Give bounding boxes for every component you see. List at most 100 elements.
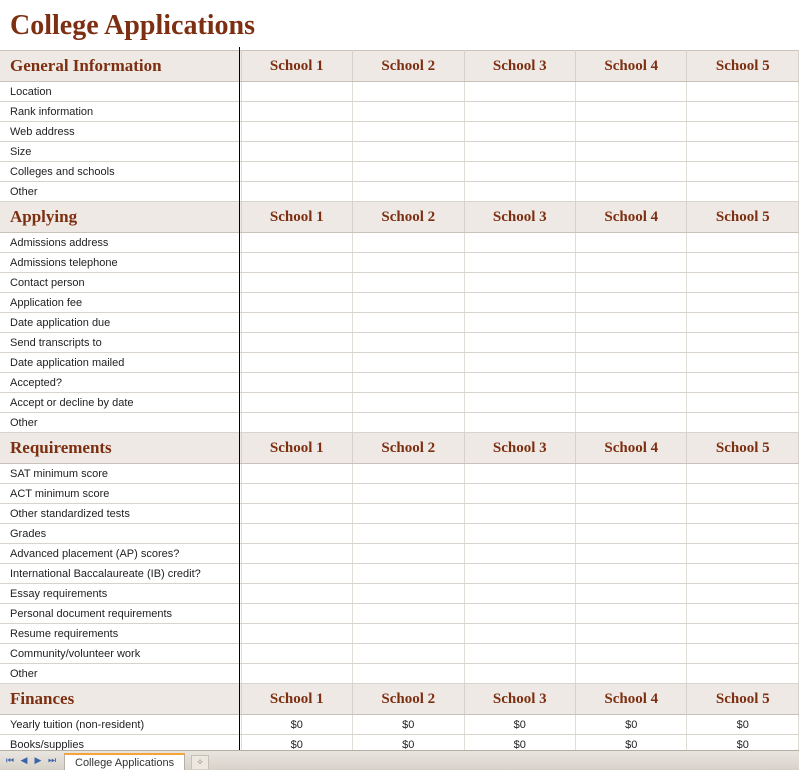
data-cell[interactable] [241, 464, 352, 484]
tab-nav-prev-icon[interactable]: ◀ [18, 754, 30, 768]
data-cell[interactable] [241, 313, 352, 333]
data-cell[interactable] [687, 604, 799, 624]
data-cell[interactable] [576, 233, 687, 253]
data-cell[interactable] [576, 504, 687, 524]
data-cell[interactable] [687, 102, 799, 122]
data-cell[interactable] [687, 293, 799, 313]
data-cell[interactable]: $0 [241, 715, 352, 735]
data-cell[interactable] [241, 393, 352, 413]
data-cell[interactable] [353, 233, 464, 253]
data-cell[interactable] [576, 142, 687, 162]
data-cell[interactable] [241, 584, 352, 604]
data-cell[interactable] [576, 122, 687, 142]
data-cell[interactable] [576, 464, 687, 484]
data-cell[interactable] [241, 273, 352, 293]
data-cell[interactable] [464, 162, 575, 182]
data-cell[interactable] [241, 373, 352, 393]
data-cell[interactable] [353, 604, 464, 624]
data-cell[interactable] [353, 584, 464, 604]
add-sheet-tab-icon[interactable]: ✧ [191, 755, 209, 769]
data-cell[interactable] [353, 162, 464, 182]
data-cell[interactable] [576, 102, 687, 122]
data-cell[interactable] [464, 464, 575, 484]
data-cell[interactable] [576, 373, 687, 393]
data-cell[interactable] [353, 564, 464, 584]
data-cell[interactable] [353, 524, 464, 544]
data-cell[interactable] [576, 393, 687, 413]
data-cell[interactable] [464, 313, 575, 333]
data-cell[interactable] [464, 122, 575, 142]
data-cell[interactable] [353, 313, 464, 333]
data-cell[interactable] [353, 353, 464, 373]
data-cell[interactable] [353, 544, 464, 564]
data-cell[interactable] [241, 624, 352, 644]
data-cell[interactable] [576, 253, 687, 273]
data-cell[interactable] [576, 644, 687, 664]
data-cell[interactable] [464, 393, 575, 413]
data-cell[interactable] [241, 644, 352, 664]
data-cell[interactable] [241, 233, 352, 253]
data-cell[interactable] [576, 353, 687, 373]
data-cell[interactable]: $0 [576, 735, 687, 751]
data-cell[interactable] [464, 82, 575, 102]
data-cell[interactable] [353, 644, 464, 664]
data-cell[interactable] [353, 393, 464, 413]
data-cell[interactable] [241, 564, 352, 584]
data-cell[interactable]: $0 [687, 715, 799, 735]
data-cell[interactable] [576, 484, 687, 504]
data-cell[interactable] [687, 233, 799, 253]
data-cell[interactable] [464, 182, 575, 202]
data-cell[interactable]: $0 [241, 735, 352, 751]
data-cell[interactable] [464, 584, 575, 604]
data-cell[interactable] [576, 162, 687, 182]
data-cell[interactable] [241, 102, 352, 122]
data-cell[interactable] [464, 484, 575, 504]
data-cell[interactable] [353, 484, 464, 504]
data-cell[interactable] [687, 273, 799, 293]
data-cell[interactable] [241, 524, 352, 544]
data-cell[interactable] [464, 293, 575, 313]
data-cell[interactable] [687, 504, 799, 524]
data-cell[interactable] [353, 102, 464, 122]
data-cell[interactable] [687, 624, 799, 644]
data-cell[interactable] [687, 162, 799, 182]
data-cell[interactable] [687, 333, 799, 353]
data-cell[interactable] [687, 564, 799, 584]
data-cell[interactable] [687, 393, 799, 413]
data-cell[interactable] [576, 584, 687, 604]
data-cell[interactable] [464, 142, 575, 162]
data-cell[interactable] [687, 313, 799, 333]
data-cell[interactable] [241, 142, 352, 162]
data-cell[interactable] [687, 413, 799, 433]
data-cell[interactable] [576, 82, 687, 102]
data-cell[interactable] [241, 484, 352, 504]
data-cell[interactable] [353, 624, 464, 644]
data-cell[interactable] [687, 664, 799, 684]
data-cell[interactable] [353, 464, 464, 484]
data-cell[interactable]: $0 [353, 735, 464, 751]
data-cell[interactable] [464, 644, 575, 664]
data-cell[interactable] [353, 122, 464, 142]
data-cell[interactable] [687, 584, 799, 604]
data-cell[interactable] [464, 273, 575, 293]
data-cell[interactable] [464, 373, 575, 393]
data-cell[interactable] [241, 293, 352, 313]
data-cell[interactable] [687, 82, 799, 102]
data-cell[interactable] [687, 122, 799, 142]
data-cell[interactable] [464, 624, 575, 644]
data-cell[interactable] [576, 624, 687, 644]
data-cell[interactable] [241, 353, 352, 373]
data-cell[interactable] [464, 604, 575, 624]
data-cell[interactable] [464, 544, 575, 564]
data-cell[interactable] [687, 484, 799, 504]
data-cell[interactable] [464, 564, 575, 584]
data-cell[interactable] [241, 122, 352, 142]
data-cell[interactable] [576, 333, 687, 353]
data-cell[interactable] [353, 373, 464, 393]
data-cell[interactable] [687, 544, 799, 564]
data-cell[interactable] [576, 604, 687, 624]
data-cell[interactable] [576, 544, 687, 564]
data-cell[interactable] [241, 253, 352, 273]
data-cell[interactable] [464, 102, 575, 122]
tab-nav-first-icon[interactable]: ⏮ [4, 754, 16, 768]
